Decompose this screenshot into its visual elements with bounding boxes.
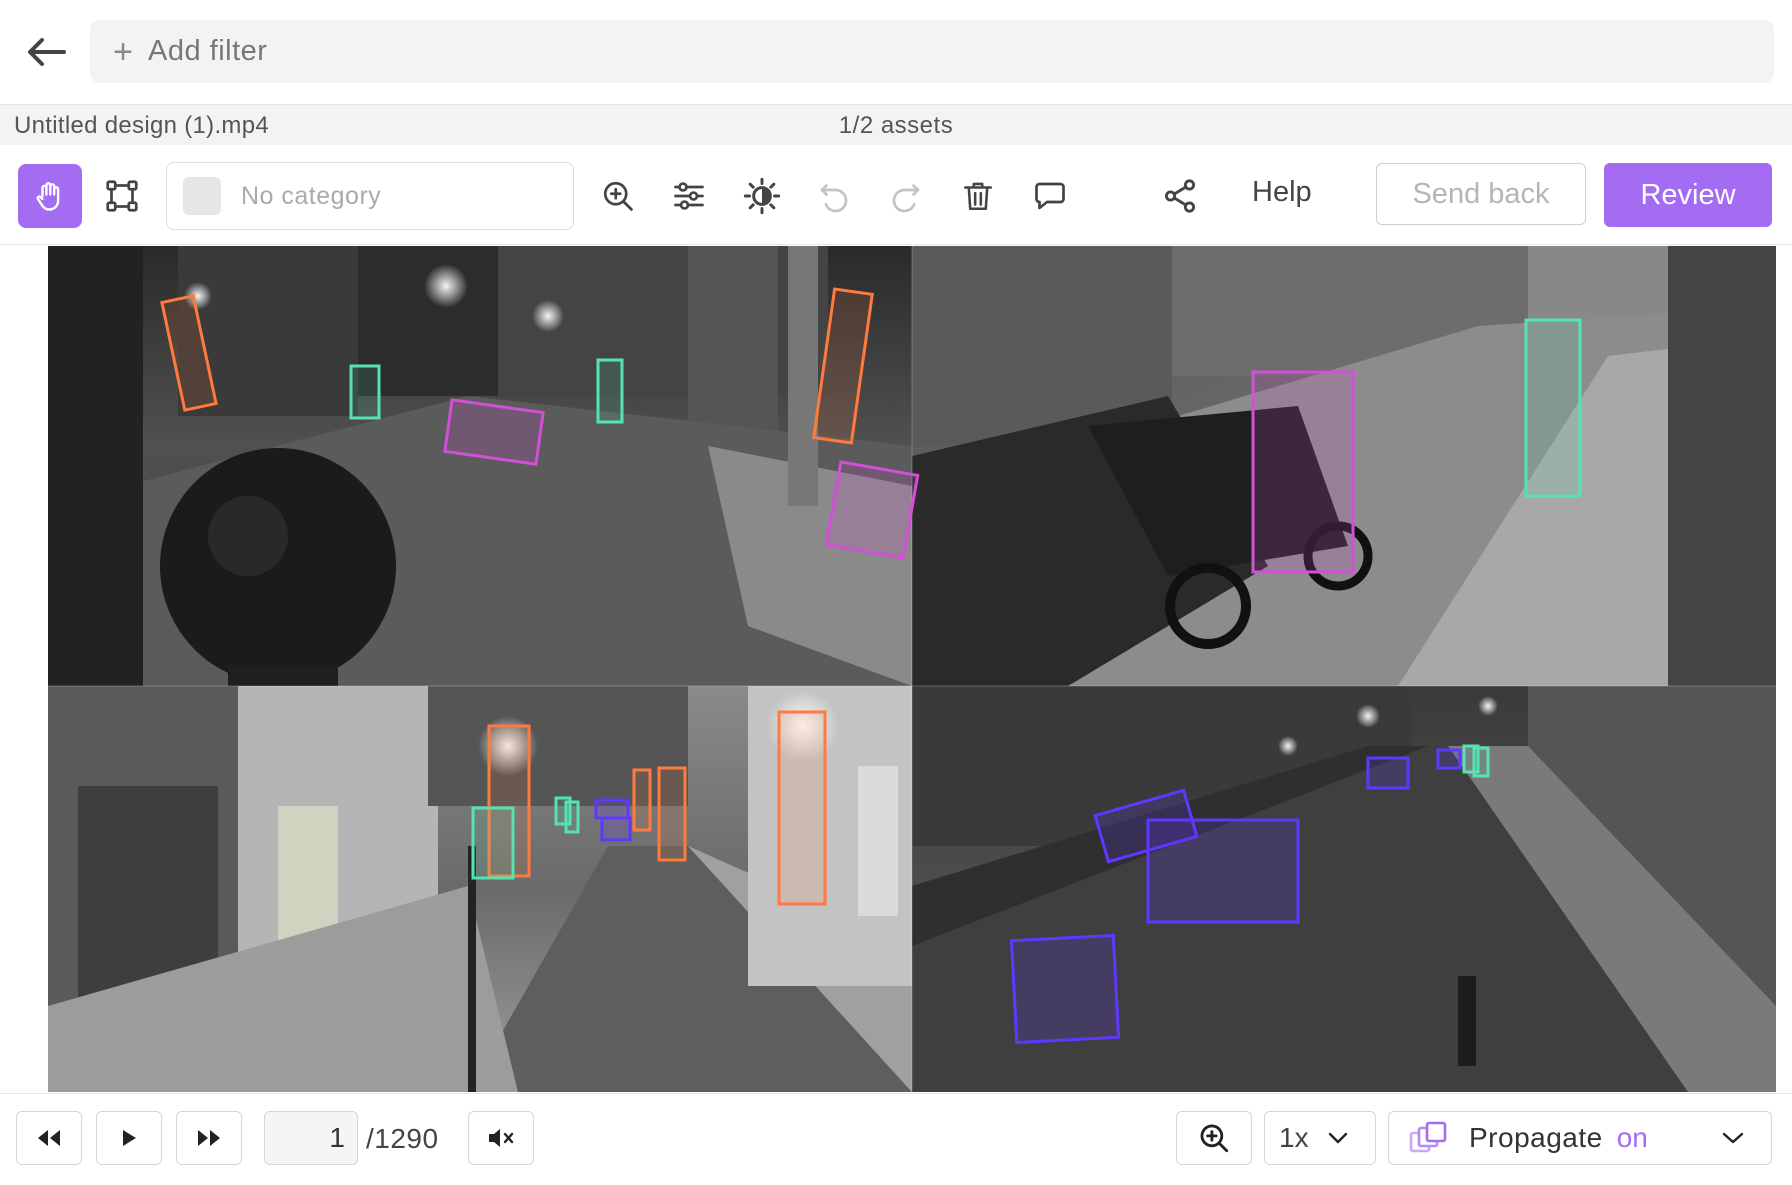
rewind-icon (38, 1130, 60, 1146)
zoom-in-icon (1200, 1124, 1229, 1153)
category-select[interactable]: No category (166, 162, 574, 230)
adjustments-button[interactable] (657, 164, 721, 228)
annotation-box-car[interactable] (1009, 933, 1121, 1045)
share-button[interactable] (1148, 164, 1212, 228)
undo-button[interactable] (802, 164, 866, 228)
propagate-icon (1409, 1121, 1447, 1153)
annotation-box-car[interactable] (1146, 818, 1300, 924)
asset-info-strip: Untitled design (1).mp4 1/2 assets (0, 105, 1792, 145)
propagate-label: Propagate (1469, 1122, 1603, 1153)
back-button[interactable] (22, 30, 70, 74)
annotation-box-lamp[interactable] (632, 768, 652, 832)
annotation-box-person[interactable] (1524, 318, 1582, 498)
annotation-box-bicycle[interactable] (443, 398, 545, 466)
video-canvas[interactable] (48, 246, 1776, 1092)
mute-button[interactable] (468, 1111, 534, 1165)
annotation-box-person[interactable] (596, 358, 624, 424)
filter-bar: + Add filter (0, 0, 1792, 105)
playback-speed-value: 1x (1279, 1122, 1309, 1153)
annotation-box-person[interactable] (564, 800, 580, 834)
bounding-box-tool-button[interactable] (90, 164, 154, 228)
send-back-button[interactable]: Send back (1376, 163, 1586, 225)
playback-bar: 1 /1290 1x Propagate on (0, 1093, 1792, 1185)
chevron-down-icon (1328, 1132, 1347, 1144)
chevron-down-icon (1722, 1132, 1744, 1144)
brightness-icon (743, 177, 781, 215)
annotation-toolbar: No category Help Send back Review (0, 146, 1792, 245)
playback-speed-select[interactable]: 1x (1264, 1111, 1376, 1165)
add-filter-placeholder: Add filter (148, 35, 268, 67)
category-color-swatch (183, 177, 221, 215)
hand-icon (36, 182, 60, 211)
frame-number-input[interactable]: 1 (264, 1111, 358, 1165)
zoom-in-button[interactable] (586, 164, 650, 228)
zoom-in-icon (603, 181, 633, 211)
annotation-box-car[interactable] (1436, 748, 1462, 770)
undo-icon (820, 184, 848, 213)
review-button[interactable]: Review (1604, 163, 1772, 227)
sliders-icon (674, 182, 704, 210)
help-link[interactable]: Help (1252, 176, 1312, 209)
propagate-select[interactable]: Propagate on (1388, 1111, 1772, 1165)
annotation-box-car[interactable] (594, 798, 630, 820)
trash-icon (963, 182, 993, 211)
next-frame-button[interactable] (176, 1111, 242, 1165)
share-icon (1164, 179, 1196, 213)
propagate-state: on (1616, 1122, 1648, 1153)
annotation-box-lamp[interactable] (657, 766, 687, 862)
comment-icon (1035, 182, 1065, 210)
brightness-button[interactable] (730, 164, 794, 228)
zoom-button[interactable] (1176, 1111, 1252, 1165)
annotation-box-car[interactable] (600, 816, 632, 842)
annotation-box-bicycle[interactable] (824, 460, 920, 560)
category-placeholder: No category (241, 181, 382, 210)
fast-forward-icon (198, 1130, 220, 1146)
delete-button[interactable] (946, 164, 1010, 228)
annotation-box-lamp[interactable] (777, 710, 827, 906)
annotation-box-person[interactable] (471, 806, 515, 880)
plus-icon: + (113, 32, 133, 71)
bounding-box-icon (106, 180, 138, 212)
add-filter-input[interactable]: + Add filter (90, 20, 1774, 83)
play-button[interactable] (96, 1111, 162, 1165)
video-frame (48, 246, 1776, 1092)
arrow-left-icon (28, 38, 66, 66)
annotation-box-person[interactable] (349, 364, 381, 420)
total-frames: /1290 (366, 1123, 439, 1154)
annotation-box-car[interactable] (1366, 756, 1410, 790)
previous-frame-button[interactable] (16, 1111, 82, 1165)
redo-button[interactable] (874, 164, 938, 228)
comment-button[interactable] (1018, 164, 1082, 228)
asset-counter: 1/2 assets (838, 112, 954, 139)
pan-tool-button[interactable] (18, 164, 82, 228)
play-icon (123, 1130, 136, 1146)
mute-icon (489, 1129, 514, 1147)
annotation-box-bicycle[interactable] (1251, 370, 1355, 574)
redo-icon (892, 184, 920, 213)
annotation-box-person[interactable] (1472, 746, 1490, 778)
